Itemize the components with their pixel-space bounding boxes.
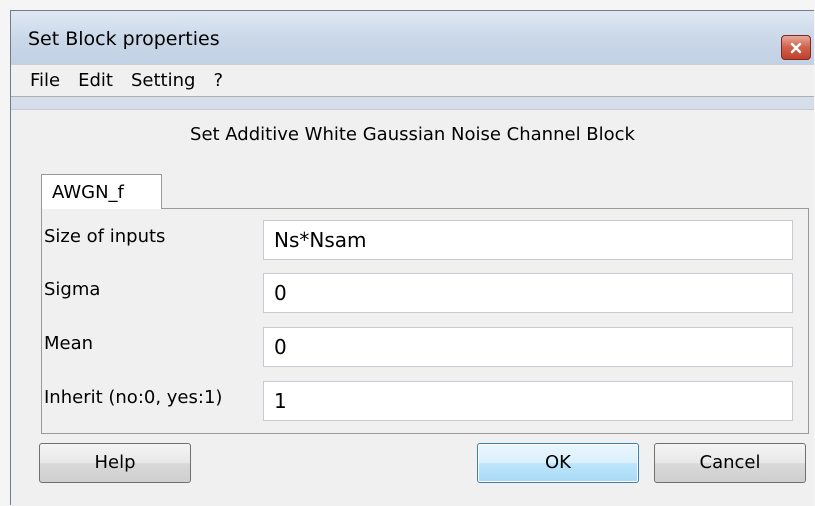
set-block-properties-window: Set Block properties File Edit Setting ?…: [10, 10, 814, 506]
menu-item-edit[interactable]: Edit: [78, 70, 113, 91]
field-row-sigma: Sigma: [42, 268, 808, 313]
field-row-mean: Mean: [42, 322, 808, 367]
sigma-input[interactable]: [263, 273, 793, 313]
close-icon: [790, 42, 802, 54]
field-label: Inherit (no:0, yes:1): [44, 387, 223, 408]
menu-bar: File Edit Setting ?: [11, 64, 814, 97]
window-title: Set Block properties: [28, 28, 220, 50]
inherit-input[interactable]: [263, 381, 793, 421]
tab-awgn-f[interactable]: AWGN_f: [41, 174, 162, 209]
dialog-body: Set Additive White Gaussian Noise Channe…: [11, 110, 814, 506]
ok-button[interactable]: OK: [477, 443, 639, 483]
field-row-inherit: Inherit (no:0, yes:1): [42, 376, 808, 421]
field-label: Size of inputs: [44, 226, 166, 247]
size-of-inputs-input[interactable]: [263, 220, 793, 260]
menu-divider: [11, 97, 814, 110]
title-bar[interactable]: Set Block properties: [11, 11, 814, 64]
field-row-size-of-inputs: Size of inputs: [42, 215, 808, 260]
menu-item-file[interactable]: File: [30, 70, 60, 91]
mean-input[interactable]: [263, 327, 793, 367]
cancel-button[interactable]: Cancel: [654, 443, 806, 483]
help-button[interactable]: Help: [39, 443, 191, 483]
tab-panel: Size of inputs Sigma Mean Inherit (no:0,…: [41, 208, 809, 434]
menu-item-setting[interactable]: Setting: [131, 70, 195, 91]
menu-item-help[interactable]: ?: [213, 70, 223, 91]
field-label: Sigma: [44, 279, 101, 300]
close-button[interactable]: [781, 35, 811, 60]
dialog-header: Set Additive White Gaussian Noise Channe…: [190, 124, 635, 145]
field-label: Mean: [44, 333, 94, 354]
